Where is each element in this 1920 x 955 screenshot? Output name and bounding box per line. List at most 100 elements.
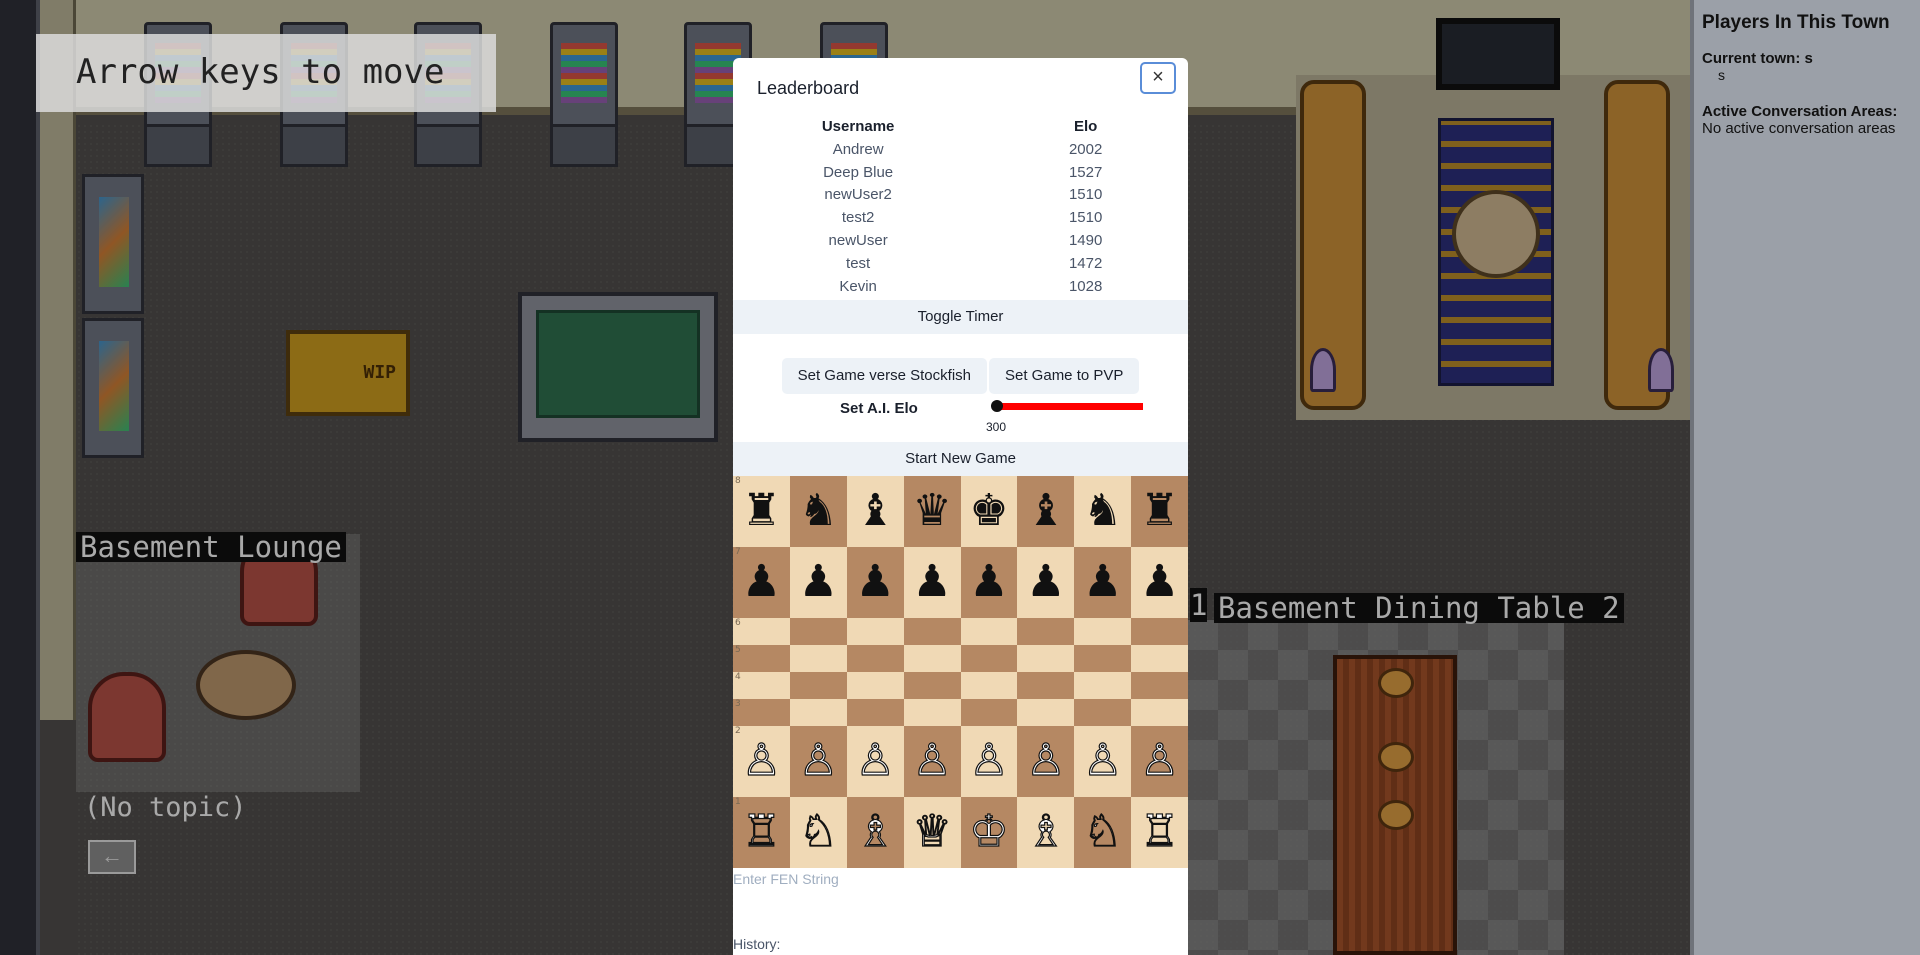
chess-board[interactable]: 8 ♜ ♞ ♝ ♛ ♚ ♝ ♞ ♜ 7 ♟ ♟ ♟ ♟ ♟ ♟ ♟ ♟ 6 5 4 3 2 ♙ ♙ ♙ ♙ ♙ ♙ ♙ ♙ 1 ♖ ♘ ♗ ♕ ♔ ♗ ♘ ♖ <box>733 475 1188 868</box>
board-square[interactable]: ♞ <box>789 475 847 547</box>
board-square[interactable]: ♚ <box>960 475 1018 547</box>
board-square[interactable] <box>846 671 904 699</box>
board-square[interactable]: 8 ♜ <box>733 475 790 547</box>
board-square[interactable]: ♗ <box>846 796 904 868</box>
board-square[interactable]: ♟ <box>1017 546 1075 618</box>
board-square[interactable] <box>846 617 904 645</box>
board-square[interactable] <box>960 698 1018 726</box>
board-square[interactable] <box>1074 644 1132 672</box>
slider-thumb[interactable] <box>991 399 1003 412</box>
board-square[interactable] <box>1017 698 1075 726</box>
board-square[interactable] <box>1131 644 1188 672</box>
board-square[interactable] <box>960 671 1018 699</box>
board-square[interactable]: ♘ <box>1074 796 1132 868</box>
board-square[interactable] <box>1131 617 1188 645</box>
chess-piece[interactable]: ♚ <box>969 489 1008 533</box>
chess-piece[interactable]: ♖ <box>1139 809 1180 854</box>
board-square[interactable] <box>1017 671 1075 699</box>
chess-piece[interactable]: ♙ <box>741 738 782 783</box>
board-square[interactable]: ♟ <box>789 546 847 618</box>
chess-piece[interactable]: ♔ <box>969 809 1010 854</box>
board-square[interactable] <box>903 671 961 699</box>
chess-piece[interactable]: ♟ <box>855 560 894 604</box>
board-square[interactable]: ♕ <box>903 796 961 868</box>
fen-input[interactable] <box>733 867 1188 890</box>
board-square[interactable] <box>903 644 961 672</box>
board-square[interactable] <box>1074 617 1132 645</box>
board-square[interactable]: ♟ <box>1131 546 1188 618</box>
board-square[interactable]: 3 <box>733 698 790 726</box>
board-square[interactable]: 4 <box>733 671 790 699</box>
chess-piece[interactable]: ♜ <box>742 489 781 533</box>
board-square[interactable] <box>1074 671 1132 699</box>
stockfish-button[interactable]: Set Game verse Stockfish <box>781 357 987 394</box>
board-square[interactable]: ♟ <box>846 546 904 618</box>
board-square[interactable] <box>789 617 847 645</box>
board-square[interactable]: ♟ <box>1074 546 1132 618</box>
board-square[interactable]: ♙ <box>960 725 1018 797</box>
board-square[interactable]: ♙ <box>846 725 904 797</box>
chess-piece[interactable]: ♙ <box>798 738 839 783</box>
chess-piece[interactable]: ♗ <box>1025 809 1066 854</box>
chess-piece[interactable]: ♛ <box>912 489 951 533</box>
chess-piece[interactable]: ♞ <box>1083 489 1122 533</box>
board-square[interactable] <box>789 698 847 726</box>
board-square[interactable]: ♙ <box>1131 725 1188 797</box>
board-square[interactable]: ♙ <box>1017 725 1075 797</box>
chess-piece[interactable]: ♟ <box>969 560 1008 604</box>
chess-piece[interactable]: ♖ <box>741 809 782 854</box>
board-square[interactable]: ♟ <box>903 546 961 618</box>
chess-piece[interactable]: ♟ <box>1026 560 1065 604</box>
board-square[interactable]: ♖ <box>1131 796 1188 868</box>
board-square[interactable] <box>1017 617 1075 645</box>
close-icon[interactable]: × <box>1140 62 1176 94</box>
board-square[interactable] <box>1131 698 1188 726</box>
board-square[interactable] <box>789 671 847 699</box>
chess-piece[interactable]: ♟ <box>742 560 781 604</box>
chess-piece[interactable]: ♟ <box>799 560 838 604</box>
board-square[interactable] <box>960 644 1018 672</box>
board-square[interactable]: 7 ♟ <box>733 546 790 618</box>
board-square[interactable]: 5 <box>733 644 790 672</box>
board-square[interactable]: ♝ <box>1017 475 1075 547</box>
board-square[interactable]: ♙ <box>903 725 961 797</box>
chess-piece[interactable]: ♟ <box>1083 560 1122 604</box>
board-square[interactable] <box>960 617 1018 645</box>
board-square[interactable]: ♟ <box>960 546 1018 618</box>
chess-piece[interactable]: ♙ <box>912 738 953 783</box>
toggle-timer-button[interactable]: Toggle Timer <box>733 299 1188 334</box>
chess-piece[interactable]: ♙ <box>1082 738 1123 783</box>
chess-piece[interactable]: ♙ <box>1139 738 1180 783</box>
board-square[interactable] <box>1017 644 1075 672</box>
chess-piece[interactable]: ♞ <box>799 489 838 533</box>
board-square[interactable]: 2 ♙ <box>733 725 790 797</box>
chess-piece[interactable]: ♟ <box>912 560 951 604</box>
board-square[interactable] <box>846 644 904 672</box>
chess-piece[interactable]: ♘ <box>798 809 839 854</box>
ai-elo-slider[interactable] <box>993 402 1143 410</box>
pvp-button[interactable]: Set Game to PVP <box>989 357 1140 394</box>
board-square[interactable]: ♝ <box>846 475 904 547</box>
chess-piece[interactable]: ♙ <box>969 738 1010 783</box>
chess-piece[interactable]: ♜ <box>1140 489 1179 533</box>
board-square[interactable]: ♗ <box>1017 796 1075 868</box>
board-square[interactable]: ♔ <box>960 796 1018 868</box>
chess-piece[interactable]: ♕ <box>912 809 953 854</box>
chess-piece[interactable]: ♟ <box>1140 560 1179 604</box>
chess-piece[interactable]: ♝ <box>1026 489 1065 533</box>
board-square[interactable]: ♙ <box>1074 725 1132 797</box>
board-square[interactable]: ♛ <box>903 475 961 547</box>
board-square[interactable]: ♞ <box>1074 475 1132 547</box>
chess-piece[interactable]: ♙ <box>1025 738 1066 783</box>
board-square[interactable] <box>1074 698 1132 726</box>
board-square[interactable] <box>846 698 904 726</box>
start-new-game-button[interactable]: Start New Game <box>733 441 1188 476</box>
chess-piece[interactable]: ♘ <box>1082 809 1123 854</box>
board-square[interactable] <box>789 644 847 672</box>
board-square[interactable] <box>903 617 961 645</box>
board-square[interactable]: ♜ <box>1131 475 1188 547</box>
board-square[interactable] <box>903 698 961 726</box>
board-square[interactable]: ♘ <box>789 796 847 868</box>
chess-piece[interactable]: ♙ <box>855 738 896 783</box>
board-square[interactable]: ♙ <box>789 725 847 797</box>
